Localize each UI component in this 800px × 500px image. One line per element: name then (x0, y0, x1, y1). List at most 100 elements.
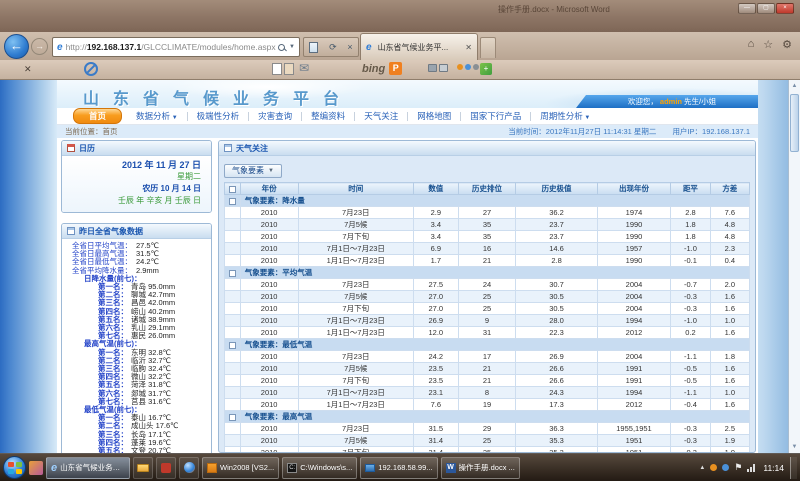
table-cell: 2010 (240, 375, 298, 387)
nav-item-6[interactable]: 网格地图 (408, 110, 460, 122)
toolbar-close-icon[interactable]: ✕ (24, 64, 32, 75)
taskbar-task-button[interactable]: Win2008 [VS2... (202, 457, 279, 479)
pinned-folder-button[interactable] (133, 457, 153, 479)
plugin-cards-icon[interactable] (272, 63, 294, 75)
table-row: 20107月1日～7月23日6.91614.61957-1.02.3 (225, 243, 750, 255)
row-checkbox-cell (225, 435, 241, 447)
table-cell: 23.7 (516, 219, 597, 231)
nav-item-8[interactable]: 周期性分析 ▼ (531, 110, 599, 122)
table-cell: 21 (458, 255, 516, 267)
table-group-row[interactable]: 气象要素：平均气温 (225, 267, 750, 279)
taskbar-clock[interactable]: 11:14 (763, 463, 784, 473)
plugin-p-badge-icon[interactable]: P (389, 62, 402, 75)
checkbox-icon[interactable] (229, 342, 236, 349)
nav-item-4[interactable]: 整编资料 (302, 110, 354, 122)
tray-blue-icon[interactable] (722, 464, 729, 471)
compatibility-view-icon[interactable] (309, 42, 318, 53)
tab-close-icon[interactable]: ✕ (465, 43, 472, 52)
table-cell: 2012 (597, 399, 671, 411)
nav-item-3[interactable]: 灾害查询 (249, 110, 301, 122)
nav-item-0[interactable]: 首页 (73, 108, 122, 124)
table-cell: 36.2 (516, 207, 597, 219)
table-cell: 24.3 (516, 387, 597, 399)
bing-toolbar[interactable]: bing P (362, 62, 402, 75)
favorites-star-icon[interactable]: ☆ (763, 38, 773, 51)
home-icon[interactable]: ⌂ (748, 38, 755, 51)
browser-tab[interactable]: e 山东省气候业务平... ✕ (360, 33, 478, 60)
maximize-button[interactable]: ▢ (757, 3, 775, 14)
table-cell: 24 (458, 279, 516, 291)
plugin-dot-icon (473, 64, 479, 70)
refresh-icon[interactable]: ⟳ (329, 42, 337, 53)
table-header-cell: 历史极值 (516, 183, 597, 195)
minimize-button[interactable]: — (738, 3, 756, 14)
taskbar-task-button[interactable]: W操作手册.docx ... (441, 457, 520, 479)
welcome-suffix: 先生/小姐 (684, 96, 716, 107)
network-icon[interactable] (747, 464, 755, 472)
background-window-title: 操作手册.docx - Microsoft Word (498, 4, 610, 15)
taskbar-browser-button[interactable]: e 山东省气候业务平... (46, 457, 130, 479)
checkbox-icon[interactable] (229, 198, 236, 205)
close-button[interactable]: × (776, 3, 794, 14)
misc-plugin-icon[interactable] (457, 64, 479, 70)
table-cell: -1.1 (671, 351, 710, 363)
row-checkbox-cell (225, 423, 241, 435)
snapshot-plugin-icon[interactable] (428, 64, 448, 72)
checkbox-icon[interactable] (229, 270, 236, 277)
nav-item-7[interactable]: 国家下行产品 (461, 110, 530, 122)
table-cell: 7月下旬 (298, 303, 414, 315)
pinned-red-app-button[interactable] (156, 457, 176, 479)
taskbar-task-button[interactable]: C:C:\Windows\s... (282, 457, 357, 479)
table-row: 20107月23日2.92736.219742.87.6 (225, 207, 750, 219)
tray-orange-icon[interactable] (710, 464, 717, 471)
table-row: 20107月下旬27.02530.52004-0.31.6 (225, 303, 750, 315)
blocked-circle-icon[interactable] (84, 62, 98, 76)
stop-icon[interactable]: × (347, 42, 352, 52)
scroll-up-icon[interactable]: ▲ (789, 80, 800, 92)
camera-icon (439, 64, 448, 72)
table-cell: 6.9 (414, 243, 459, 255)
nav-item-2[interactable]: 极端性分析 (188, 110, 249, 122)
group-checkbox-cell (225, 267, 241, 279)
table-cell: 2.0 (710, 279, 749, 291)
puzzle-plugin-icon[interactable]: + (480, 63, 492, 75)
tray-expand-icon[interactable]: ▲ (699, 465, 705, 471)
nav-item-1[interactable]: 数据分析 ▼ (127, 110, 187, 122)
table-cell: 14.6 (516, 243, 597, 255)
table-group-row[interactable]: 气象要素：降水量 (225, 195, 750, 207)
table-cell: 1.6 (710, 399, 749, 411)
table-cell: 2010 (240, 399, 298, 411)
taskbar-task-button[interactable]: 192.168.58.99... (360, 457, 437, 479)
checkbox-icon[interactable] (229, 414, 236, 421)
back-button[interactable]: ← (4, 34, 29, 59)
scrollbar-thumb[interactable] (790, 94, 799, 152)
windows-start-icon[interactable] (3, 456, 26, 479)
chevron-down-icon[interactable]: ▼ (289, 44, 295, 50)
taskbar-small-icon[interactable] (29, 461, 43, 475)
table-cell: 4.8 (710, 219, 749, 231)
table-cell: 27.5 (414, 279, 459, 291)
table-cell: 2.9 (414, 207, 459, 219)
nav-item-5[interactable]: 天气关注 (355, 110, 407, 122)
pinned-media-player-button[interactable] (179, 457, 199, 479)
scroll-down-icon[interactable]: ▼ (789, 441, 800, 453)
table-row: 20101月1日～7月23日7.61917.32012-0.41.6 (225, 399, 750, 411)
element-filter-button[interactable]: 气象要素 ▼ (224, 164, 282, 178)
forward-button[interactable]: → (31, 38, 48, 55)
address-bar[interactable]: e http://192.168.137.1/GLCCLIMATE/module… (52, 37, 300, 57)
show-desktop-button[interactable] (790, 457, 797, 479)
new-tab-button[interactable] (480, 37, 496, 58)
group-checkbox-cell (225, 339, 241, 351)
table-row: 20107月23日27.52430.72004-0.72.0 (225, 279, 750, 291)
gear-icon[interactable]: ⚙ (782, 38, 792, 51)
search-icon[interactable] (278, 44, 285, 51)
table-cell: 1.9 (710, 435, 749, 447)
checkbox-icon[interactable] (229, 186, 236, 193)
weather-panel: 天气关注 气象要素 ▼ (218, 140, 756, 453)
table-group-row[interactable]: 气象要素：最低气温 (225, 339, 750, 351)
table-group-row[interactable]: 气象要素：最高气温 (225, 411, 750, 423)
page-scrollbar[interactable]: ▲ ▼ (788, 80, 800, 453)
table-cell: 7月下旬 (298, 375, 414, 387)
action-center-flag-icon[interactable]: ⚑ (734, 462, 742, 473)
mail-icon[interactable]: ✉ (299, 61, 309, 75)
